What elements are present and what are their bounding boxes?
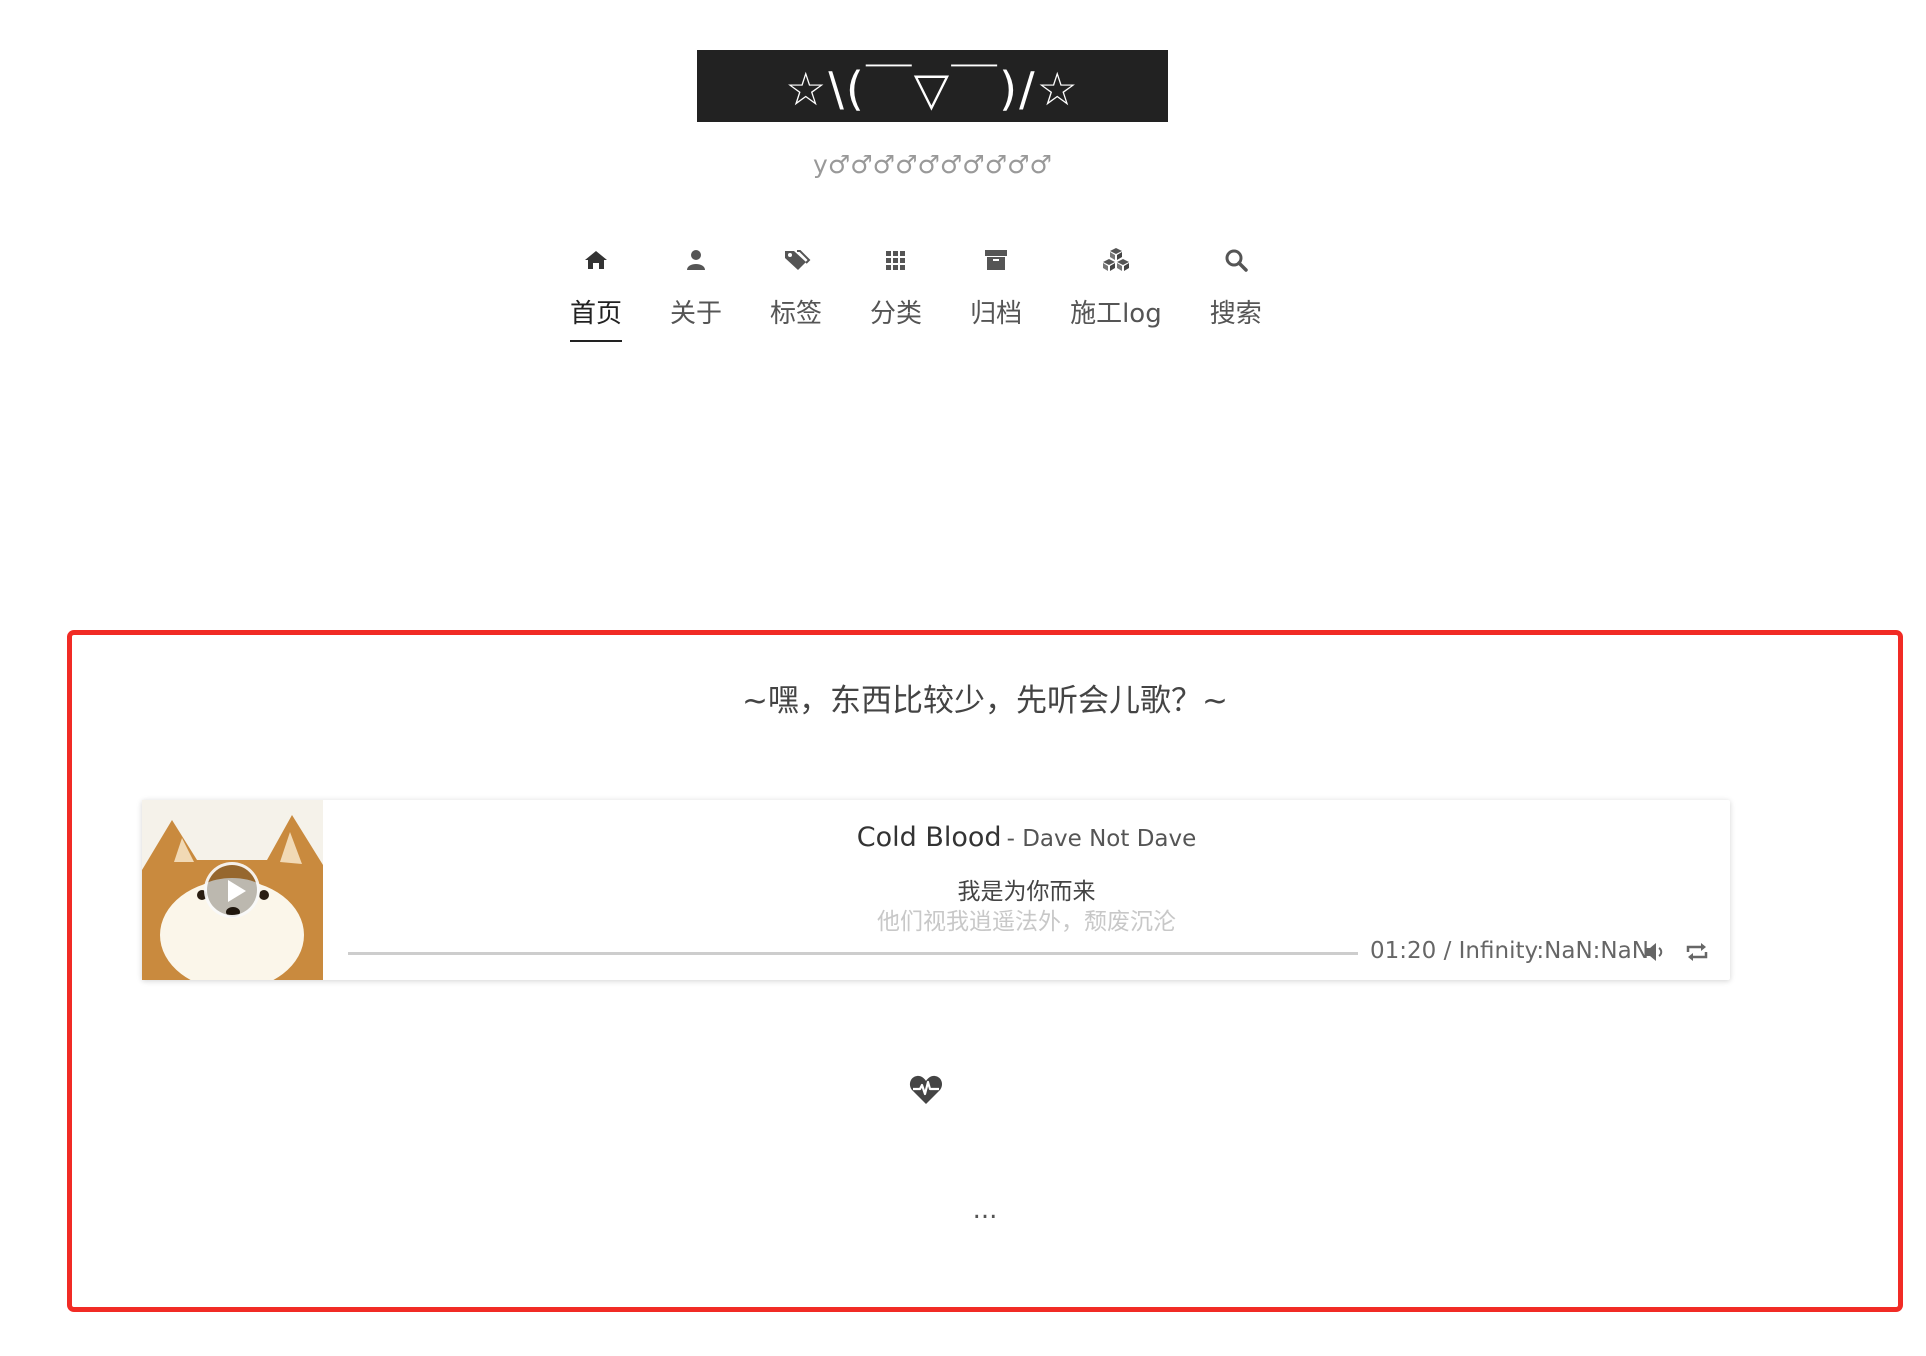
user-icon (687, 250, 706, 270)
nav-label-buildlog: 施工log (1070, 299, 1162, 329)
nav-label-about: 关于 (670, 299, 723, 329)
nav-item-search[interactable]: 搜索 (1210, 245, 1262, 345)
nav-label-search: 搜索 (1209, 299, 1262, 329)
lyric-current-line: 我是为你而来 (957, 879, 1096, 905)
player-time: 01:20 / Infinity:NaN:NaN (1370, 938, 1649, 964)
site-title[interactable]: ☆\(￣▽￣)/☆ (785, 53, 1080, 119)
main-nav: 首页 关于 标签 分类 归档 施工log 搜索 (570, 245, 1262, 345)
song-info: Cold Blood - Dave Not Dave (323, 822, 1730, 853)
album-cover[interactable] (142, 800, 323, 980)
progress-bar[interactable] (348, 952, 1358, 955)
highlighted-content-panel: ~嘿，东西比较少，先听会儿歌？~ Cold Blood - Dave Not D… (67, 630, 1903, 1312)
volume-icon[interactable] (1642, 939, 1668, 965)
archive-icon (985, 250, 1008, 270)
panel-heading: ~嘿，东西比较少，先听会儿歌？~ (742, 683, 1228, 719)
nav-label-categories: 分类 (870, 299, 923, 329)
nav-item-tags[interactable]: 标签 (770, 245, 822, 345)
music-player: Cold Blood - Dave Not Dave 我是为你而来 他们视我逍遥… (142, 800, 1730, 980)
song-title: Cold Blood (856, 822, 1002, 853)
tags-icon (785, 250, 811, 270)
nav-label-home: 首页 (570, 293, 623, 342)
play-button[interactable] (204, 862, 260, 918)
nav-item-buildlog[interactable]: 施工log (1070, 245, 1162, 345)
song-artist: - Dave Not Dave (1006, 826, 1197, 852)
heartbeat-icon (909, 1075, 943, 1104)
nav-item-categories[interactable]: 分类 (870, 245, 922, 345)
nav-label-tags: 标签 (770, 299, 823, 329)
loop-icon[interactable] (1684, 939, 1710, 965)
home-icon (585, 251, 607, 269)
site-title-box[interactable]: ☆\(￣▽￣)/☆ (697, 50, 1168, 122)
cubes-icon (1102, 248, 1129, 271)
nav-item-home[interactable]: 首页 (570, 245, 623, 345)
nav-item-about[interactable]: 关于 (670, 245, 722, 345)
more-indicator: ... (972, 1195, 998, 1225)
nav-label-archive: 归档 (970, 299, 1023, 329)
site-subtitle: y♂♂♂♂♂♂♂♂♂♂ (813, 150, 1052, 179)
nav-item-archive[interactable]: 归档 (970, 245, 1022, 345)
search-icon (1225, 249, 1248, 272)
grid-icon (886, 251, 906, 270)
lyric-next-line: 他们视我逍遥法外，颓废沉沦 (877, 909, 1176, 935)
